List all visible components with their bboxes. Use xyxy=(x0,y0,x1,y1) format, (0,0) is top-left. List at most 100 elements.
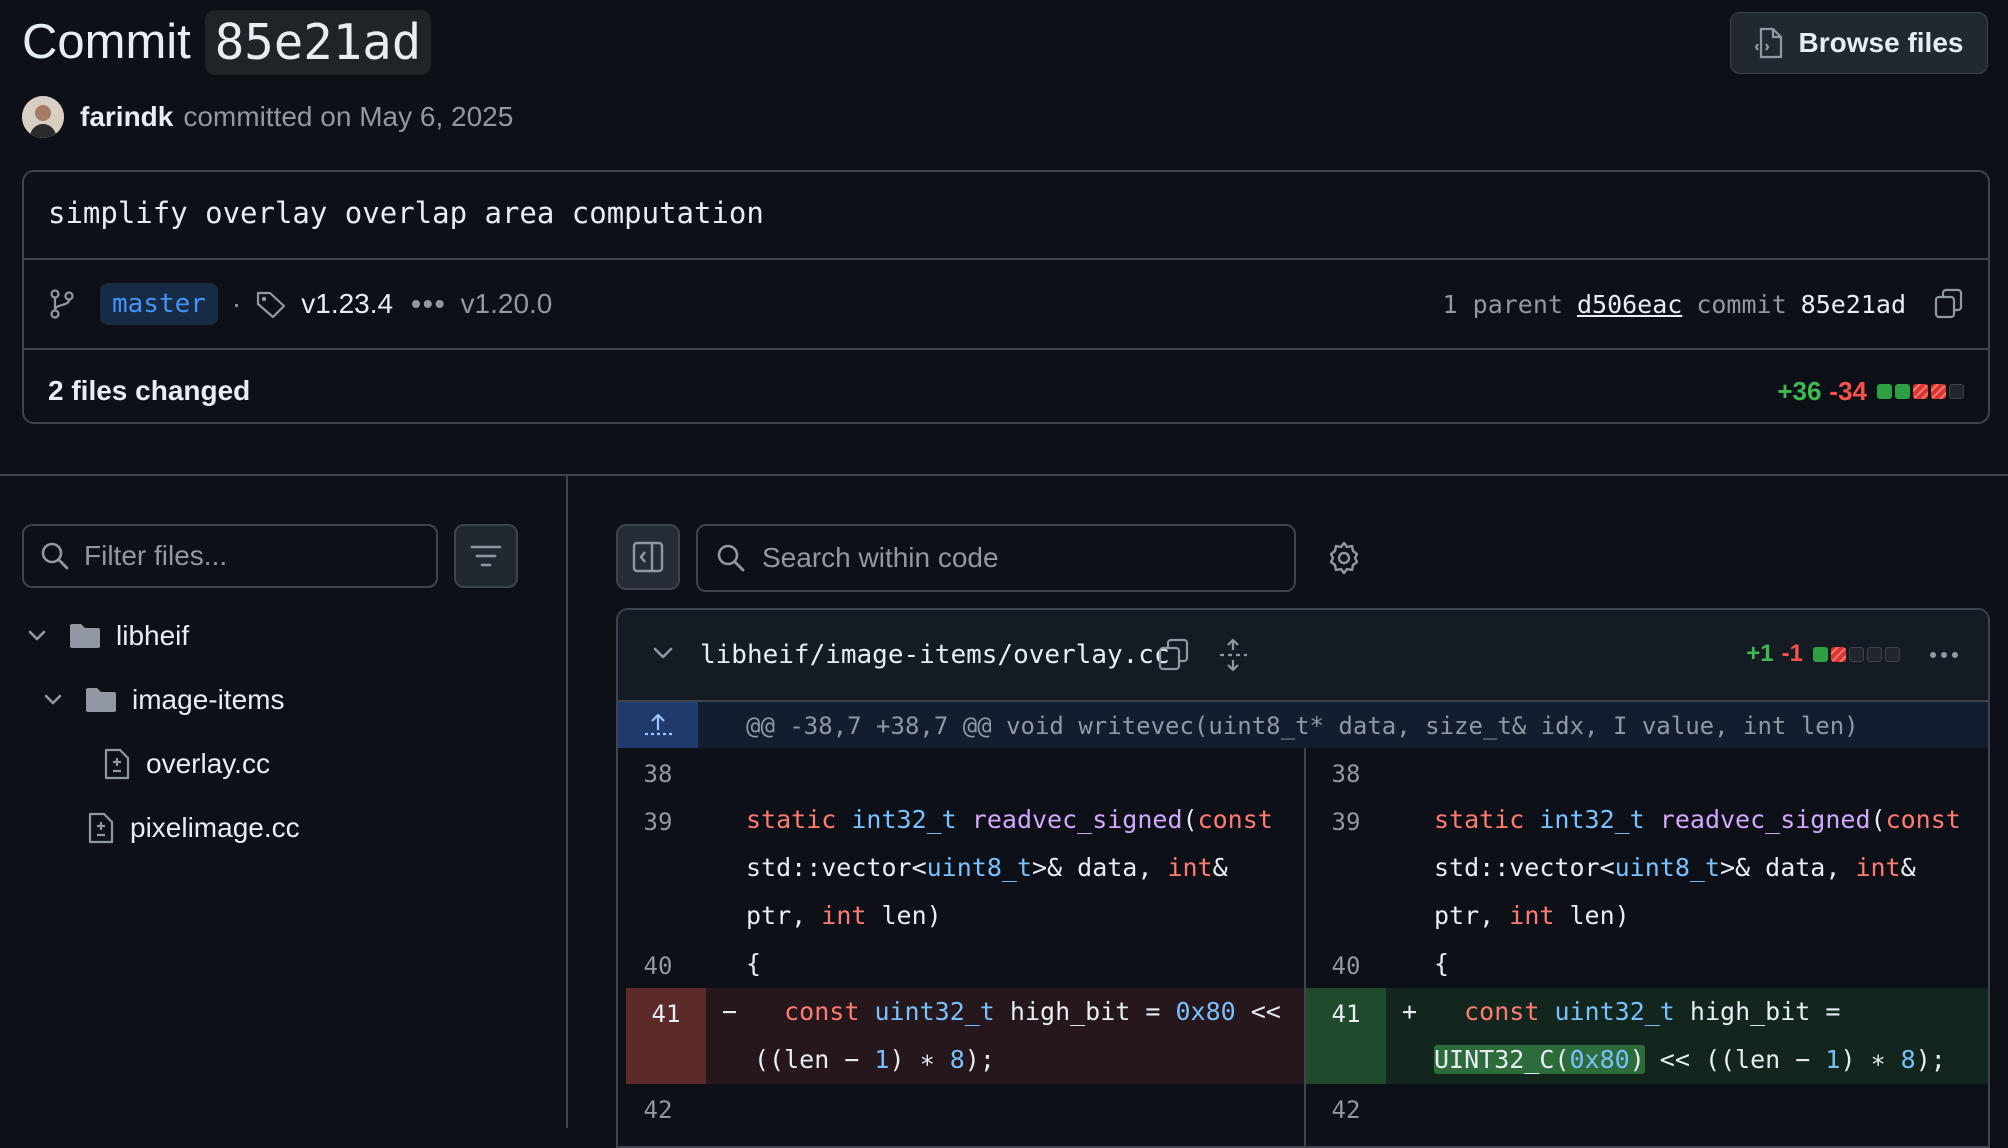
tree-item-label: image-items xyxy=(132,684,285,715)
diffstat-block-del xyxy=(1913,383,1928,399)
tag-oldest[interactable]: v1.20.0 xyxy=(461,288,553,320)
line-number[interactable]: 42 xyxy=(1306,1096,1386,1124)
commit-message: simplify overlay overlap area computatio… xyxy=(48,196,764,230)
branch-badge[interactable]: master xyxy=(100,283,218,325)
hunk-header: @@ -38,7 +38,7 @@ void writevec(uint8_t*… xyxy=(618,702,1988,748)
filter-options-button[interactable] xyxy=(454,524,518,588)
author-name[interactable]: farindk xyxy=(80,101,173,133)
chevron-down-icon xyxy=(26,625,48,647)
copy-icon[interactable] xyxy=(1934,288,1964,320)
diffstat-block-add xyxy=(1877,383,1892,399)
hunk-header-text: @@ -38,7 +38,7 @@ void writevec(uint8_t*… xyxy=(746,712,1859,740)
file-diff-panel: libheif/image-items/overlay.cc +1 -1 @@ … xyxy=(616,608,1990,1148)
diff-line-deleted: 41 − const uint32_t high_bit = 0x80 << (… xyxy=(626,988,1304,1084)
diffstat-block-neutral xyxy=(1849,646,1864,662)
commit-meta-row: master · v1.23.4 ••• v1.20.0 1 parent d5… xyxy=(48,278,1964,330)
divider xyxy=(24,348,1988,350)
file-diffstat: +1 -1 xyxy=(1746,640,1900,668)
diffstat-block-del xyxy=(1931,383,1946,399)
line-number[interactable]: 39 xyxy=(618,808,698,836)
diffstat-block-add xyxy=(1895,383,1910,399)
line-number[interactable]: 41 xyxy=(626,1000,706,1028)
tree-folder-image-items[interactable]: image-items xyxy=(42,676,284,724)
line-number[interactable]: 38 xyxy=(1306,760,1386,788)
diffstat-block-neutral xyxy=(1949,383,1964,399)
line-number[interactable]: 40 xyxy=(618,952,698,980)
parent-sha-link[interactable]: d506eac xyxy=(1577,290,1682,319)
commit-sha-value: 85e21ad xyxy=(1800,289,1906,319)
folder-icon xyxy=(68,622,102,650)
diff-line: 39 static int32_t readvec_signed(const s… xyxy=(618,796,1304,940)
additions-count: +36 xyxy=(1777,375,1822,406)
divider xyxy=(24,258,1988,260)
folder-icon xyxy=(84,686,118,714)
diff-line: 40 { xyxy=(1306,940,1988,988)
diffstat-block-del xyxy=(1831,646,1846,662)
page-title: Commit 85e21ad xyxy=(22,6,432,78)
diffstat-block-neutral xyxy=(1867,646,1882,662)
commit-sha-title: 85e21ad xyxy=(204,9,432,75)
code-line: { xyxy=(746,949,762,978)
toggle-file-tree-button[interactable] xyxy=(616,524,680,590)
tree-file-pixelimage-cc[interactable]: pixelimage.cc xyxy=(86,804,300,852)
expand-up-icon[interactable] xyxy=(618,702,698,748)
diff-line-added: 41 + const uint32_t high_bit = UINT32_C(… xyxy=(1306,988,1988,1084)
chevron-down-icon xyxy=(42,689,64,711)
more-tags-ellipsis[interactable]: ••• xyxy=(411,288,446,320)
commit-title-word: Commit xyxy=(22,15,191,69)
tag-latest[interactable]: v1.23.4 xyxy=(301,288,393,320)
line-number[interactable]: 41 xyxy=(1306,1000,1386,1028)
tree-file-overlay-cc[interactable]: overlay.cc xyxy=(102,740,270,788)
file-additions: +1 xyxy=(1746,640,1774,667)
tree-item-label: overlay.cc xyxy=(146,748,270,779)
diff-file-path[interactable]: libheif/image-items/overlay.cc xyxy=(700,640,1170,670)
expand-all-icon[interactable] xyxy=(1218,638,1248,672)
diff-line: 38 xyxy=(618,748,1304,796)
code-line: { xyxy=(1434,949,1450,978)
code-line: const uint32_t high_bit = 0x80 << ((len … xyxy=(754,997,1281,1074)
code-line: static int32_t readvec_signed(const std:… xyxy=(1434,805,1961,930)
author-row: farindk committed on May 6, 2025 xyxy=(22,95,513,139)
line-number[interactable]: 39 xyxy=(1306,808,1386,836)
browse-files-button[interactable]: Browse files xyxy=(1730,12,1988,74)
line-number[interactable]: 38 xyxy=(618,760,698,788)
diff-line: 38 xyxy=(1306,748,1988,796)
diff-line: 39 static int32_t readvec_signed(const s… xyxy=(1306,796,1988,940)
filter-files-placeholder: Filter files... xyxy=(84,540,228,571)
committed-date: committed on May 6, 2025 xyxy=(183,101,514,132)
diffstat-blocks xyxy=(1877,383,1964,399)
file-diff-header: libheif/image-items/overlay.cc +1 -1 xyxy=(618,610,1988,702)
diff-line: 40 { xyxy=(618,940,1304,988)
tree-folder-libheif[interactable]: libheif xyxy=(26,612,189,660)
filter-files-input[interactable]: Filter files... xyxy=(22,524,438,588)
separator-dot: · xyxy=(231,288,242,319)
file-diff-icon xyxy=(86,812,116,844)
git-branch-icon xyxy=(48,289,76,319)
search-icon xyxy=(716,543,746,573)
diffstat-block-add xyxy=(1813,646,1828,662)
commit-diffstat: +36 -34 xyxy=(1777,376,1964,407)
file-diff-icon xyxy=(102,748,132,780)
diff-line: 42 xyxy=(618,1084,1304,1132)
chevron-down-icon[interactable] xyxy=(650,640,676,666)
copy-icon[interactable] xyxy=(1158,638,1190,672)
line-number[interactable]: 42 xyxy=(618,1096,698,1124)
divider xyxy=(0,474,2008,476)
search-within-code-input[interactable]: Search within code xyxy=(696,524,1296,592)
code-line: static int32_t readvec_signed(const std:… xyxy=(746,805,1273,930)
filter-icon xyxy=(470,544,502,568)
files-changed-row: 2 files changed +36 -34 xyxy=(48,366,1964,416)
line-number[interactable]: 40 xyxy=(1306,952,1386,980)
diffstat-block-neutral xyxy=(1885,646,1900,662)
file-deletions: -1 xyxy=(1781,640,1803,667)
diffstat-blocks xyxy=(1813,646,1900,662)
search-within-code-placeholder: Search within code xyxy=(762,542,999,573)
more-options-icon[interactable] xyxy=(1930,652,1958,658)
commit-label: commit xyxy=(1696,289,1787,319)
gear-icon[interactable] xyxy=(1326,540,1362,576)
diff-new-side: 38 39 static int32_t readvec_signed(cons… xyxy=(1306,748,1988,1146)
diff-old-side: 38 39 static int32_t readvec_signed(cons… xyxy=(618,748,1306,1146)
divider xyxy=(566,476,568,1128)
avatar[interactable] xyxy=(22,96,64,138)
browse-files-label: Browse files xyxy=(1798,27,1964,58)
